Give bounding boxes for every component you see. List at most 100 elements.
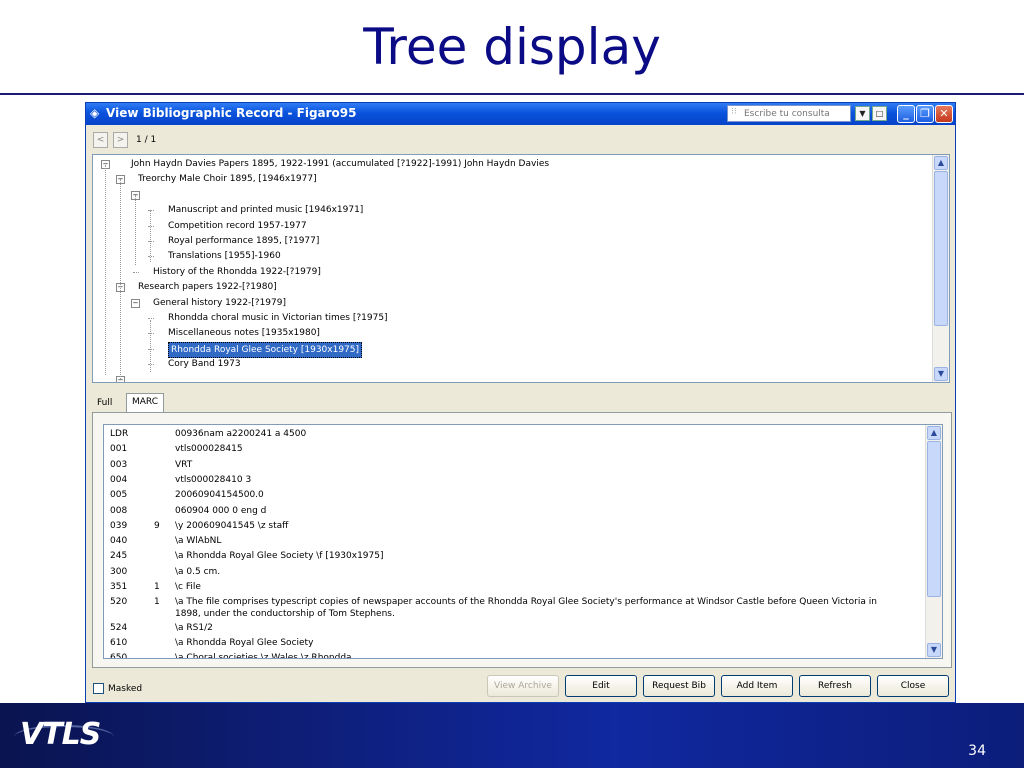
help-search-input[interactable] [744,106,844,121]
marc-tag: 524 [110,622,128,633]
tree-node[interactable]: Rhondda Royal Glee Society [1930x1975] [93,341,928,358]
tree-node-label: Rhondda choral music in Victorian times … [168,313,388,323]
scroll-down-icon[interactable]: ▼ [934,367,948,381]
marc-tag: 005 [110,490,128,501]
marc-field-row[interactable]: 003 VRT [104,459,924,474]
marc-field-row[interactable]: 008 060904 000 0 eng d [104,505,924,520]
close-button[interactable]: Close [877,675,949,697]
tree-scrollbar[interactable]: ▲ ▼ [932,155,949,382]
close-window-button[interactable]: ✕ [935,105,953,123]
marc-value: \a RS1/2 [175,622,213,633]
tree-guide-line [105,165,106,375]
search-options-button[interactable]: □ [872,106,887,121]
marc-field-row[interactable]: LDR 00936nam a2200241 a 4500 [104,428,924,443]
refresh-button[interactable]: Refresh [799,675,871,697]
tree-node-label: Competition record 1957-1977 [168,220,307,231]
marc-field-row[interactable]: 004 vtls000028410 3 [104,474,924,489]
scroll-thumb[interactable] [927,441,941,597]
search-dropdown-button[interactable]: ▼ [855,106,870,121]
marc-field-row[interactable]: 351 1 \c File [104,581,924,596]
tree-node[interactable]: − [93,188,928,202]
tree-node-label: Research papers 1922-[?1980] [138,282,277,293]
tree-node[interactable]: Manuscript and printed music [1946x1971] [93,203,928,217]
marc-field-row[interactable]: 610 \a Rhondda Royal Glee Society [104,637,924,652]
tree-connector [148,225,154,227]
tree-node[interactable]: Translations [1955]-1960 [93,249,928,263]
marc-value: \a Rhondda Royal Glee Society [175,638,314,649]
tree-node[interactable]: − John Haydn Davies Papers 1895, 1922-199… [93,157,928,171]
marc-value: \a The file comprises typescript copies … [175,597,877,620]
restore-button[interactable]: ❐ [916,105,934,123]
marc-tag: 039 [110,520,128,531]
marc-value: vtls000028415 [175,444,243,455]
add-item-button[interactable]: Add Item [721,675,793,697]
marc-scrollbar[interactable]: ▲ ▼ [925,425,942,658]
tree-node-label: Manuscript and printed music [1946x1971] [168,205,364,216]
slide-number: 34 [968,743,986,759]
tree-node[interactable]: Cory Band 1973 [93,357,928,371]
tree-connector [148,348,154,350]
marc-field-row[interactable]: 300 \a 0.5 cm. [104,566,924,581]
tree-node[interactable]: − General history 1922-[?1979] [93,296,928,310]
app-icon: ◈ [90,106,100,120]
tree-node[interactable]: − Research papers 1922-[?1980] [93,280,928,294]
marc-tag: 610 [110,638,128,649]
marc-value: vtls000028410 3 [175,474,252,485]
tree-node[interactable]: Rhondda choral music in Victorian times … [93,311,928,325]
marc-field-row[interactable]: 040 \a WlAbNL [104,535,924,550]
view-archive-button[interactable]: View Archive [487,675,559,697]
marc-field-row[interactable]: 005 20060904154500.0 [104,489,924,504]
tree-node-label: Royal performance 1895, [?1977] [168,236,320,246]
tree-connector [148,241,154,242]
masked-checkbox[interactable]: Masked [93,683,142,694]
tree-node-label: Miscellaneous notes [1935x1980] [168,328,320,339]
marc-value: \a WlAbNL [175,536,222,547]
marc-value: \y 200609041545 \z staff [175,520,289,531]
vtls-logo: VTLS [20,717,101,752]
marc-field-row[interactable]: 245 \a Rhondda Royal Glee Society \f [193… [104,550,924,565]
tab-marc[interactable]: MARC [126,393,165,414]
tab-full[interactable]: Full [92,395,117,412]
record-count: 1 / 1 [136,135,157,145]
request-bib-button[interactable]: Request Bib [643,675,715,697]
next-record-button[interactable]: > [113,132,128,148]
marc-tag: LDR [110,429,129,439]
tree-connector [148,364,154,366]
tree-connector [133,271,139,273]
tree-node[interactable]: Miscellaneous notes [1935x1980] [93,326,928,340]
edit-button[interactable]: Edit [565,675,637,697]
scroll-thumb[interactable] [934,171,948,326]
marc-tag: 520 [110,597,128,608]
tree-node[interactable]: History of the Rhondda 1922-[?1979] [93,265,928,279]
scroll-up-icon[interactable]: ▲ [927,426,941,440]
tree-node-label: Rhondda Royal Glee Society [1930x1975] [168,341,363,358]
marc-tag: 001 [110,444,128,455]
minimize-button[interactable]: _ [897,105,915,123]
scroll-up-icon[interactable]: ▲ [934,156,948,170]
marc-field-row[interactable]: 001 vtls000028415 [104,443,924,458]
marc-record: LDR 00936nam a2200241 a 4500 001 vtls000028… [103,424,943,659]
marc-tag: 300 [110,566,128,577]
collapse-toggle-icon[interactable]: − [131,298,140,308]
window-titlebar[interactable]: ◈ View Bibliographic Record - Figaro95 ⁝… [86,103,955,125]
marc-field-row[interactable]: 039 9 \y 200609041545 \z staff [104,520,924,535]
tree-guide-line [150,210,151,262]
previous-record-button[interactable]: < [93,132,108,148]
tree-connector [148,318,154,319]
tree-node[interactable]: Royal performance 1895, [?1977] [93,234,928,248]
tree-connector [148,210,154,212]
marc-field-row[interactable]: 524 \a RS1/2 [104,622,924,637]
marc-field-row[interactable]: 650 \a Choral societies \z Wales \z Rhond… [104,652,924,658]
marc-value: \a 0.5 cm. [175,566,221,577]
marc-value: 060904 000 0 eng d [175,505,267,516]
checkbox-icon[interactable] [93,683,104,694]
tree-node-label: History of the Rhondda 1922-[?1979] [153,266,321,277]
marc-tag: 003 [110,459,128,470]
tree-node[interactable]: − [93,373,928,382]
marc-field-row[interactable]: 520 1 \a The file comprises typescript cop… [104,596,924,622]
tree-node[interactable]: Competition record 1957-1977 [93,219,928,233]
grip-icon: ⁝⁝ [731,107,737,117]
tree-node-label: General history 1922-[?1979] [153,297,287,308]
tree-node[interactable]: − Treorchy Male Choir 1895, [1946x1977] [93,172,928,186]
scroll-down-icon[interactable]: ▼ [927,643,941,657]
